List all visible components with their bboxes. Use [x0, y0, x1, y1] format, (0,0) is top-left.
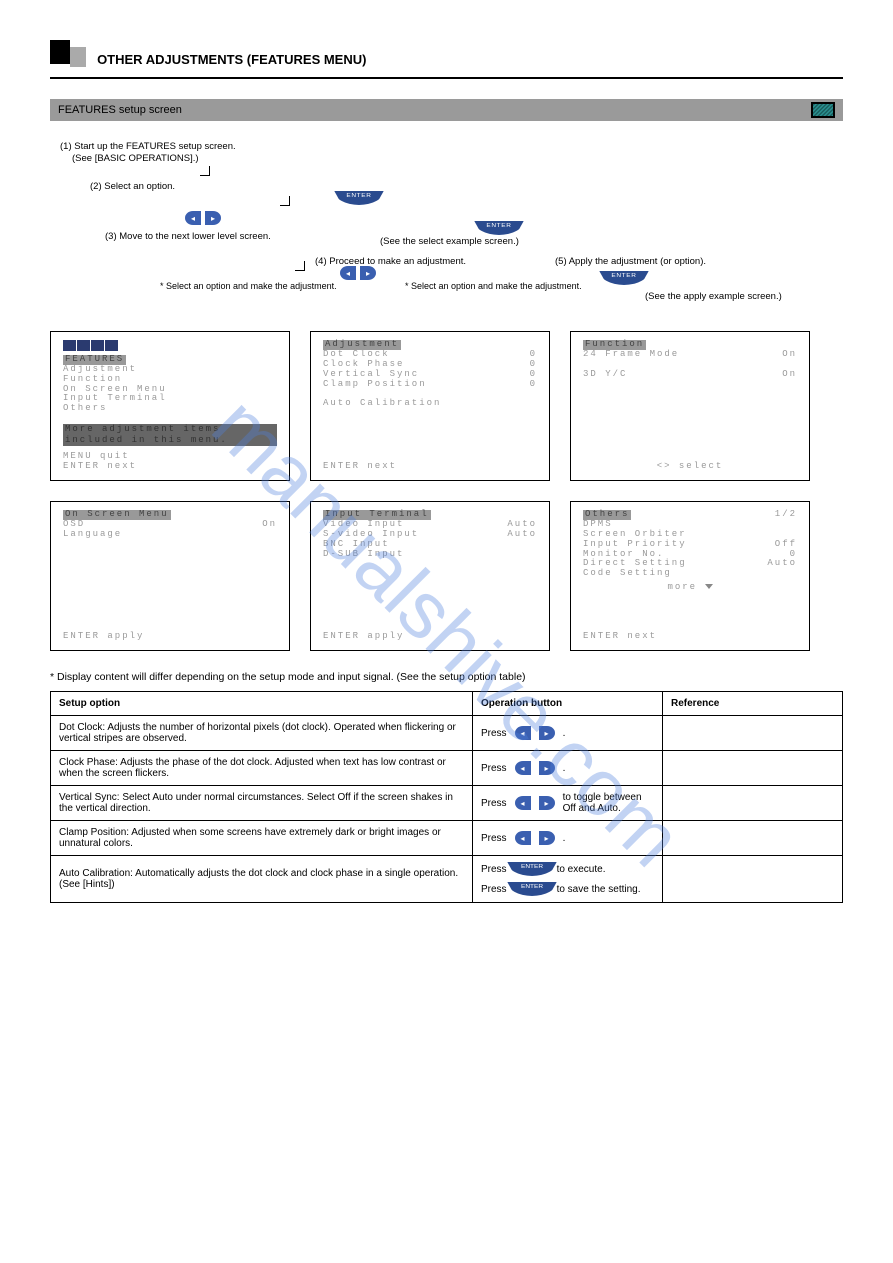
menu-item: Code Setting — [583, 568, 672, 578]
setup-option-cell: Clock Phase: Adjusts the phase of the do… — [51, 751, 473, 786]
menu-tab-icons — [63, 340, 277, 355]
flow-step1a: (See [BASIC OPERATIONS].) — [72, 153, 199, 164]
right-button[interactable]: ▸ — [539, 726, 555, 740]
menu-row-1: FEATURES Adjustment Function On Screen M… — [50, 331, 843, 481]
menu-footer: <> select — [657, 462, 724, 472]
page-header: OTHER ADJUSTMENTS (FEATURES MENU) — [50, 40, 843, 79]
arrow-hook-icon — [200, 166, 210, 176]
enter-button[interactable] — [334, 191, 383, 205]
right-button[interactable]: ▸ — [539, 796, 555, 810]
operation-cell: Press ◂▸. — [473, 716, 663, 751]
flow-note1: * Select an option and make the adjustme… — [160, 281, 337, 292]
right-button[interactable]: ▸ — [539, 831, 555, 845]
table-row: Clamp Position: Adjusted when some scree… — [51, 821, 843, 856]
menu-item: Clamp Position — [323, 380, 427, 390]
operation-cell: Press ◂▸. — [473, 821, 663, 856]
header-gray-icon — [70, 47, 86, 67]
triangle-down-icon — [705, 584, 713, 589]
setup-option-cell: Auto Calibration: Automatically adjusts … — [51, 856, 473, 903]
table-header: Operation button — [473, 692, 663, 716]
enter-button[interactable] — [599, 271, 648, 285]
on-screen-menu-box: On Screen Menu OSDOn Language ENTER appl… — [50, 501, 290, 651]
features-menu: FEATURES Adjustment Function On Screen M… — [50, 331, 290, 481]
left-button[interactable]: ◂ — [515, 726, 531, 740]
table-row: Auto Calibration: Automatically adjusts … — [51, 856, 843, 903]
menu-footer: ENTER next — [583, 632, 657, 642]
right-button[interactable] — [205, 211, 221, 225]
table-header-row: Setup option Operation button Reference — [51, 692, 843, 716]
adjustment-menu: Adjustment Dot Clock0 Clock Phase0 Verti… — [310, 331, 550, 481]
flow-see1: (See the select example screen.) — [380, 236, 519, 247]
menu-item: Adjustment — [63, 364, 137, 374]
setup-options-table: Setup option Operation button Reference … — [50, 691, 843, 903]
table-row: Dot Clock: Adjusts the number of horizon… — [51, 716, 843, 751]
right-button[interactable] — [360, 266, 376, 280]
menu-item: Input Terminal — [63, 393, 167, 403]
menu-item: 3D Y/C — [583, 370, 627, 380]
menu-footer: ENTER next — [323, 462, 397, 472]
menu-item: Language — [63, 530, 122, 540]
screen-mesh-icon — [811, 102, 835, 118]
menu-item: Function — [63, 374, 122, 384]
flow-note2: * Select an option and make the adjustme… — [405, 281, 582, 292]
operation-cell: Press ◂▸ to toggle betweenOff and Auto. — [473, 786, 663, 821]
input-terminal-menu: Input Terminal Video InputAuto S-video I… — [310, 501, 550, 651]
menu-footer: ENTER apply — [323, 632, 404, 642]
arrow-hook-icon — [280, 196, 290, 206]
setup-option-cell: Clamp Position: Adjusted when some scree… — [51, 821, 473, 856]
flow-step5: (5) Apply the adjustment (or option). — [555, 256, 706, 267]
reference-cell — [663, 786, 843, 821]
menu-item: 24 Frame Mode — [583, 350, 679, 360]
left-button[interactable]: ◂ — [515, 831, 531, 845]
flow-step1: (1) Start up the FEATURES setup screen. — [60, 141, 236, 152]
operation-cell: Press to execute. Press to save the sett… — [473, 856, 663, 903]
operation-cell: Press ◂▸. — [473, 751, 663, 786]
page-title: OTHER ADJUSTMENTS (FEATURES MENU) — [97, 52, 366, 67]
flow-diagram: (1) Start up the FEATURES setup screen. … — [50, 141, 843, 321]
header-black-icon — [50, 40, 70, 64]
flow-step3: (3) Move to the next lower level screen. — [105, 231, 271, 242]
flow-step4: (4) Proceed to make an adjustment. — [315, 256, 466, 267]
left-button[interactable] — [185, 211, 201, 225]
table-row: Vertical Sync: Select Auto under normal … — [51, 786, 843, 821]
menu-item: Auto Calibration — [323, 398, 441, 408]
setup-option-cell: Dot Clock: Adjusts the number of horizon… — [51, 716, 473, 751]
menu-footer: ENTER apply — [63, 632, 144, 642]
reference-cell — [663, 821, 843, 856]
table-header: Reference — [663, 692, 843, 716]
left-button[interactable]: ◂ — [515, 796, 531, 810]
table-row: Clock Phase: Adjusts the phase of the do… — [51, 751, 843, 786]
strip-title: FEATURES setup screen — [58, 104, 182, 116]
flow-step2: (2) Select an option. — [90, 181, 175, 192]
reference-cell — [663, 716, 843, 751]
enter-button[interactable] — [507, 862, 556, 876]
menu-row-2: On Screen Menu OSDOn Language ENTER appl… — [50, 501, 843, 651]
others-menu: Others1/2 DPMS Screen Orbiter Input Prio… — [570, 501, 810, 651]
menu-item: Others — [63, 403, 107, 413]
menu-footer: MENU quit ENTER next — [63, 452, 137, 472]
menu-item: D-SUB Input — [323, 550, 404, 560]
arrow-hook-icon — [295, 261, 305, 271]
menu-info-box: More adjustment items included in this m… — [63, 424, 277, 446]
setup-option-cell: Vertical Sync: Select Auto under normal … — [51, 786, 473, 821]
function-menu: Function 24 Frame ModeOn 3D Y/COn <> sel… — [570, 331, 810, 481]
left-button[interactable] — [340, 266, 356, 280]
enter-button[interactable] — [474, 221, 523, 235]
menu-item: DPMS — [583, 519, 613, 529]
menu-item: Screen Orbiter — [583, 529, 687, 539]
enter-button[interactable] — [507, 882, 556, 896]
left-button[interactable]: ◂ — [515, 761, 531, 775]
menu-item: On Screen Menu — [63, 384, 167, 394]
flow-see2: (See the apply example screen.) — [645, 291, 782, 302]
reference-cell — [663, 856, 843, 903]
right-button[interactable]: ▸ — [539, 761, 555, 775]
more-label: more — [667, 582, 697, 592]
section-strip: FEATURES setup screen — [50, 99, 843, 121]
table-intro: * Display content will differ depending … — [50, 671, 843, 683]
table-header: Setup option — [51, 692, 473, 716]
reference-cell — [663, 751, 843, 786]
